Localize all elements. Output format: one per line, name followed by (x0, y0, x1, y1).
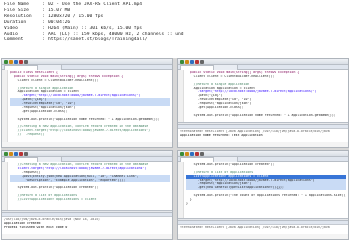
toolbar-button-icon[interactable] (4, 152, 8, 156)
toolbar-button-icon[interactable] (185, 60, 189, 64)
console-line: <terminated> RestClient [Java Applicatio… (180, 226, 330, 229)
toolbar-button-icon[interactable] (200, 152, 204, 156)
code-area: public class RestClient { public static … (8, 70, 172, 142)
console-output: <terminated> RestClient [Java Applicatio… (178, 221, 348, 234)
console-tab-bar (2, 213, 172, 217)
toolbar-button-icon[interactable] (195, 152, 199, 156)
toolbar-button-icon[interactable] (9, 152, 13, 156)
toolbar-button-icon[interactable] (24, 60, 28, 64)
console-output: /usr/lib/jvm/java-8-oracle/bin/java (Nov… (2, 213, 172, 234)
console-line: Application name returned: Test Applicat… (180, 133, 263, 137)
toolbar-button-icon[interactable] (19, 60, 23, 64)
console-tab-bar (178, 125, 348, 129)
code-line: System.out.println("The count of applica… (186, 194, 346, 198)
toolbar-button-icon[interactable] (195, 60, 199, 64)
toolbar-button-icon[interactable] (24, 152, 28, 156)
metadata-rows: File Name:02 - Use the JAX-RS Client API… (4, 2, 346, 43)
code-area: //Creating a new application, confirm re… (8, 162, 172, 210)
toolbar-button-icon[interactable] (180, 60, 184, 64)
console-output: <terminated> RestClient [Java Applicatio… (178, 125, 348, 142)
metadata-value: https://sanet.st/blogs/Training4all/ (48, 37, 148, 43)
code-area: public static void main(String[] args) t… (184, 70, 348, 122)
toolbar-button-icon[interactable] (190, 152, 194, 156)
console-tab-bar (178, 221, 348, 225)
code-area: System.out.println("Application created"… (184, 162, 348, 218)
toolbar-button-icon[interactable] (14, 60, 18, 64)
toolbar-button-icon[interactable] (4, 60, 8, 64)
ide-panel-3: //Creating a new application, confirm re… (1, 150, 173, 240)
ide-panel-1: public class RestClient { public static … (1, 58, 173, 148)
toolbar-button-icon[interactable] (9, 60, 13, 64)
video-metadata: File Name:02 - Use the JAX-RS Client API… (0, 0, 350, 58)
ide-panel-4: System.out.println("Application created"… (177, 150, 349, 240)
toolbar-button-icon[interactable] (14, 152, 18, 156)
toolbar-button-icon[interactable] (190, 60, 194, 64)
code-editor[interactable]: System.out.println("Application created"… (178, 162, 348, 218)
metadata-key: Comment (4, 37, 24, 43)
toolbar-button-icon[interactable] (180, 152, 184, 156)
thumbnail-grid: public class RestClient { public static … (1, 58, 349, 240)
code-editor[interactable]: public class RestClient { public static … (2, 70, 172, 142)
code-line: System.out.println("Application name ret… (10, 117, 160, 121)
metadata-row: Comment: https://sanet.st/blogs/Training4… (4, 37, 346, 43)
code-line: System.out.println("Application name ret… (186, 113, 336, 117)
console-line: Process finished with exit code 0 (4, 225, 68, 229)
code-editor[interactable]: public static void main(String[] args) t… (178, 70, 348, 122)
toolbar-button-icon[interactable] (19, 152, 23, 156)
toolbar-button-icon[interactable] (200, 60, 204, 64)
code-editor[interactable]: //Creating a new application, confirm re… (2, 162, 172, 210)
toolbar-button-icon[interactable] (185, 152, 189, 156)
ide-panel-2: public static void main(String[] args) t… (177, 58, 349, 148)
code-line: } (186, 201, 188, 205)
